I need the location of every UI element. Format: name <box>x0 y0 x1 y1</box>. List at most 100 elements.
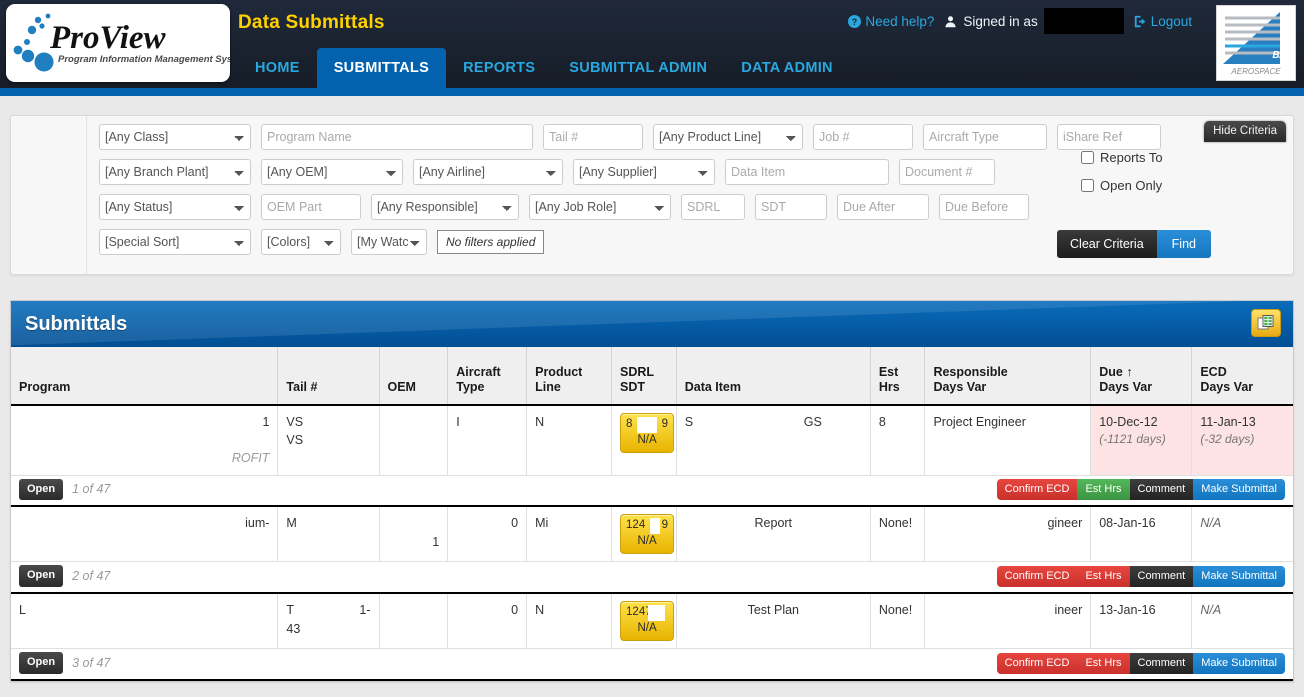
comment-button[interactable]: Comment <box>1129 565 1194 587</box>
data-item-input[interactable] <box>725 159 889 185</box>
est-hrs-button[interactable]: Est Hrs <box>1077 478 1130 500</box>
col-sdrl-sdt[interactable]: SDRL SDT <box>611 347 677 406</box>
confirm-ecd-button[interactable]: Confirm ECD <box>996 652 1078 674</box>
nav-tab-home[interactable]: HOME <box>238 48 317 88</box>
sdrl-badge[interactable]: 124700 N/A <box>620 601 675 642</box>
program-name-input[interactable] <box>261 124 533 150</box>
product-line-value: N <box>535 603 545 618</box>
col-est-hrs[interactable]: Est Hrs <box>870 347 926 406</box>
nav-tab-submittals[interactable]: SUBMITTALS <box>316 48 447 88</box>
due-date: 10-Dec-12 <box>1099 415 1158 429</box>
cell-responsible: ineer <box>924 592 1092 650</box>
sdrl-badge[interactable]: 124 9 N/A <box>620 514 675 555</box>
col-oem[interactable]: OEM <box>379 347 449 406</box>
oem-line1 <box>388 514 440 532</box>
sdrl-redacted <box>637 417 658 433</box>
tail-line1: T <box>286 603 295 618</box>
colors-select[interactable]: [Colors] <box>261 229 341 255</box>
reports-to-checkbox[interactable] <box>1081 151 1094 164</box>
open-status-chip[interactable]: Open <box>19 478 64 501</box>
aircraft-type-input[interactable] <box>923 124 1047 150</box>
supplier-select[interactable]: [Any Supplier] <box>573 159 715 185</box>
comment-button[interactable]: Comment <box>1129 478 1194 500</box>
submittals-panel: Submittals Program Tail # OEM Aircraft T… <box>10 300 1294 683</box>
need-help-label: Need help? <box>865 13 935 29</box>
confirm-ecd-button[interactable]: Confirm ECD <box>996 478 1078 500</box>
sdt-input[interactable] <box>755 194 827 220</box>
make-submittal-button[interactable]: Make Submittal <box>1193 652 1285 674</box>
col-aircraft-type[interactable]: Aircraft Type <box>447 347 528 406</box>
due-after-input[interactable] <box>837 194 929 220</box>
est-hrs-button[interactable]: Est Hrs <box>1077 652 1130 674</box>
data-item-left: S <box>684 415 694 429</box>
branch-plant-select[interactable]: [Any Branch Plant] <box>99 159 251 185</box>
aircraft-type-value: I <box>456 415 460 429</box>
col-product-line[interactable]: Product Line <box>526 347 613 406</box>
hide-criteria-button[interactable]: Hide Criteria <box>1204 121 1286 142</box>
ecd-date: N/A <box>1200 603 1222 618</box>
cell-tail: VS VS <box>277 405 380 476</box>
status-select[interactable]: [Any Status] <box>99 194 251 220</box>
col-sdt-l2: SDT <box>620 380 646 395</box>
due-before-input[interactable] <box>939 194 1029 220</box>
col-ecd[interactable]: ECD Days Var <box>1191 347 1293 406</box>
tail-number-input[interactable] <box>543 124 643 150</box>
open-status-chip[interactable]: Open <box>19 652 64 675</box>
col-responsible[interactable]: Responsible Days Var <box>924 347 1092 406</box>
data-item-right: GS <box>803 415 822 429</box>
nav-tab-data-admin[interactable]: DATA ADMIN <box>724 48 850 88</box>
make-submittal-button[interactable]: Make Submittal <box>1193 478 1285 500</box>
table-row[interactable]: 1 ROFIT VS VS I N 8 9 N/A S GS 8 Project… <box>11 405 1293 476</box>
table-action-row: Open 1 of 47 Confirm ECD Est Hrs Comment… <box>11 475 1293 508</box>
oem-select[interactable]: [Any OEM] <box>261 159 403 185</box>
program-value: L <box>19 603 26 618</box>
col-program[interactable]: Program <box>11 347 279 406</box>
clear-criteria-button[interactable]: Clear Criteria <box>1057 230 1157 258</box>
my-watch-select[interactable]: [My Watc <box>351 229 427 255</box>
open-only-checkbox[interactable] <box>1081 179 1094 192</box>
class-select[interactable]: [Any Class] <box>99 124 251 150</box>
nav-tab-submittal-admin[interactable]: SUBMITTAL ADMIN <box>552 48 724 88</box>
confirm-ecd-button[interactable]: Confirm ECD <box>996 565 1078 587</box>
cell-aircraft-type: 0 <box>447 505 528 563</box>
due-variance: (-1121 days) <box>1099 432 1166 447</box>
oem-part-input[interactable] <box>261 194 361 220</box>
product-line-select[interactable]: [Any Product Line] <box>653 124 803 150</box>
program-subvalue: ROFIT <box>231 451 270 466</box>
need-help-link[interactable]: ? Need help? <box>848 14 934 29</box>
col-data-item[interactable]: Data Item <box>676 347 871 406</box>
cell-tail: T 1- 43 <box>277 592 380 650</box>
ishare-ref-input[interactable] <box>1057 124 1161 150</box>
logout-link[interactable]: Logout <box>1134 14 1192 29</box>
sdrl-input[interactable] <box>681 194 745 220</box>
est-hrs-value: 8 <box>878 415 886 429</box>
cell-ecd: 11-Jan-13 (-32 days) <box>1191 405 1293 476</box>
airline-select[interactable]: [Any Airline] <box>413 159 563 185</box>
col-due[interactable]: Due ↑ Days Var <box>1090 347 1193 406</box>
job-number-input[interactable] <box>813 124 913 150</box>
export-excel-icon[interactable] <box>1251 309 1281 337</box>
cell-tail: M <box>277 505 380 563</box>
col-tail[interactable]: Tail # <box>277 347 380 406</box>
table-row[interactable]: L T 1- 43 0 N 124700 N/A Test Plan None!… <box>11 592 1293 650</box>
nav-tab-reports[interactable]: REPORTS <box>446 48 552 88</box>
document-number-input[interactable] <box>899 159 995 185</box>
cell-est-hrs: None! <box>870 592 926 650</box>
reports-to-checkbox-row[interactable]: Reports To <box>1081 150 1211 165</box>
responsible-select[interactable]: [Any Responsible] <box>371 194 519 220</box>
row-status-area: Open 1 of 47 <box>19 478 110 501</box>
open-only-checkbox-row[interactable]: Open Only <box>1081 178 1211 193</box>
header-accent-bar <box>0 88 1304 96</box>
make-submittal-button[interactable]: Make Submittal <box>1193 565 1285 587</box>
sdrl-badge[interactable]: 8 9 N/A <box>620 413 675 454</box>
cell-product-line: Mi <box>526 505 613 563</box>
open-status-chip[interactable]: Open <box>19 565 64 588</box>
comment-button[interactable]: Comment <box>1129 652 1194 674</box>
cell-oem <box>379 405 449 476</box>
special-sort-select[interactable]: [Special Sort] <box>99 229 251 255</box>
find-button[interactable]: Find <box>1156 230 1211 258</box>
table-row[interactable]: ium- M 1 0 Mi 124 9 N/A Report None! gin… <box>11 505 1293 563</box>
row-action-buttons: Confirm ECD Est Hrs Comment Make Submitt… <box>996 652 1285 674</box>
job-role-select[interactable]: [Any Job Role] <box>529 194 671 220</box>
est-hrs-button[interactable]: Est Hrs <box>1077 565 1130 587</box>
